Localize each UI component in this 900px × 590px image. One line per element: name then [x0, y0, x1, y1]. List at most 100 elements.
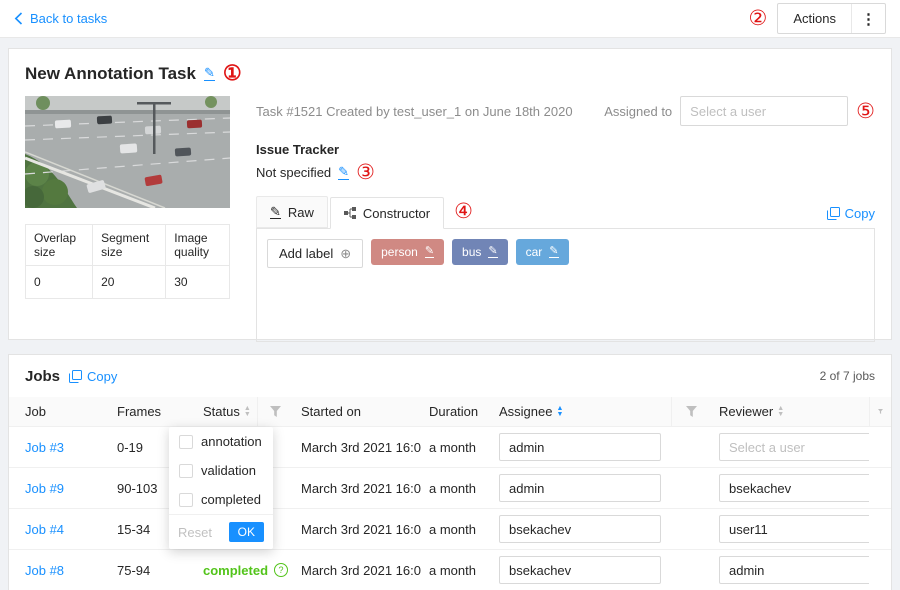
filter-reset-button[interactable]: Reset	[178, 525, 212, 540]
task-right-column: Task #1521 Created by test_user_1 on Jun…	[256, 96, 875, 342]
task-card: New Annotation Task ✎ ①	[8, 48, 892, 340]
reviewer-input[interactable]	[719, 474, 869, 502]
status-filter-icon[interactable]	[257, 397, 293, 426]
filter-ok-button[interactable]: OK	[229, 522, 264, 542]
reviewer-input[interactable]	[719, 515, 869, 543]
more-vertical-icon[interactable]: ⋮	[851, 4, 885, 33]
param-value-quality: 30	[166, 266, 230, 299]
filter-option-annotation[interactable]: annotation	[169, 427, 273, 456]
col-reviewer[interactable]: Reviewer ▲▼	[711, 404, 869, 419]
job-row-1: Job #3 0-19 March 3rd 2021 16:03 a month	[9, 427, 891, 468]
task-meta-row: Task #1521 Created by test_user_1 on Jun…	[256, 96, 875, 126]
job-duration: a month	[421, 563, 491, 578]
tab-constructor[interactable]: Constructor	[330, 197, 444, 229]
job-duration: a month	[421, 481, 491, 496]
filter-option-label: annotation	[201, 434, 262, 449]
job-row-2: Job #9 90-103 March 3rd 2021 16:03 a mon…	[9, 468, 891, 509]
col-job: Job	[9, 404, 109, 419]
param-value-overlap: 0	[26, 266, 93, 299]
jobs-title: Jobs	[25, 368, 60, 385]
labels-constructor-panel: Add label ⊕ person ✎ bus ✎ car ✎	[256, 228, 875, 342]
assignee-sort-icon: ▲▼	[556, 406, 563, 417]
label-person-edit-icon[interactable]: ✎	[425, 246, 434, 259]
job-duration: a month	[421, 522, 491, 537]
param-header-segment: Segment size	[93, 225, 166, 266]
assignee-input[interactable]	[499, 556, 661, 584]
jobs-header: Jobs Copy 2 of 7 jobs	[9, 355, 891, 397]
issue-tracker-label: Issue Tracker	[256, 142, 875, 157]
top-bar: Back to tasks ② Actions ⋮	[0, 0, 900, 38]
task-params-table: Overlap size Segment size Image quality …	[25, 224, 230, 299]
col-assignee-label: Assignee	[499, 404, 552, 419]
task-page: Back to tasks ② Actions ⋮ New Annotation…	[0, 0, 900, 590]
jobs-copy-link[interactable]: Copy	[69, 369, 117, 384]
jobs-copy-label: Copy	[87, 369, 117, 384]
assignee-input[interactable]	[499, 433, 661, 461]
back-label: Back to tasks	[30, 11, 107, 26]
label-tag-person[interactable]: person ✎	[371, 239, 444, 265]
help-circle-icon[interactable]: ?	[274, 563, 288, 577]
checkbox-validation[interactable]	[179, 464, 193, 478]
job-link[interactable]: Job #3	[25, 440, 64, 455]
col-assignee[interactable]: Assignee ▲▼	[491, 404, 671, 419]
assignee-input[interactable]	[499, 515, 661, 543]
task-title-row: New Annotation Task ✎ ①	[25, 63, 875, 84]
assignee-input[interactable]	[499, 474, 661, 502]
filter-option-completed[interactable]: completed	[169, 485, 273, 514]
tab-raw[interactable]: ✎ Raw	[256, 196, 328, 228]
callout-5: ⑤	[856, 101, 875, 122]
job-duration: a month	[421, 440, 491, 455]
status-filter-dropdown: annotation validation completed Reset OK	[169, 427, 273, 549]
job-row-4: Job #8 75-94 completed ? March 3rd 2021 …	[9, 550, 891, 590]
label-tag-car[interactable]: car ✎	[516, 239, 569, 265]
filter-option-validation[interactable]: validation	[169, 456, 273, 485]
add-label-button[interactable]: Add label ⊕	[267, 239, 363, 268]
status-sort-icon: ▲▼	[244, 406, 251, 417]
job-status-cell: completed ?	[195, 563, 293, 578]
job-link[interactable]: Job #4	[25, 522, 64, 537]
raw-edit-icon: ✎	[270, 205, 281, 220]
add-label-text: Add label	[279, 246, 333, 261]
back-to-tasks-link[interactable]: Back to tasks	[14, 11, 107, 26]
col-status[interactable]: Status ▲▼	[195, 404, 257, 419]
jobs-count: 2 of 7 jobs	[820, 369, 875, 383]
reviewer-input[interactable]	[719, 556, 869, 584]
assigned-to-input[interactable]	[680, 96, 848, 126]
callout-4: ④	[454, 201, 473, 222]
col-started: Started on	[293, 404, 421, 419]
reviewer-filter-icon[interactable]	[869, 397, 891, 426]
jobs-table-header: Job Frames Status ▲▼ Started on Duration…	[9, 397, 891, 427]
back-chevron-icon	[14, 12, 23, 25]
copy-icon	[69, 370, 82, 383]
issue-tracker-edit-icon[interactable]: ✎	[338, 165, 349, 180]
filter-option-label: validation	[201, 463, 256, 478]
job-link[interactable]: Job #9	[25, 481, 64, 496]
tab-constructor-label: Constructor	[363, 206, 430, 221]
reviewer-input[interactable]	[719, 433, 869, 461]
job-started: March 3rd 2021 16:03	[293, 522, 421, 537]
label-bus-name: bus	[462, 245, 481, 259]
job-link[interactable]: Job #8	[25, 563, 64, 578]
tab-raw-label: Raw	[288, 205, 314, 220]
label-tag-bus[interactable]: bus ✎	[452, 239, 508, 265]
job-status: completed	[203, 563, 268, 578]
checkbox-completed[interactable]	[179, 493, 193, 507]
task-left-column: Overlap size Segment size Image quality …	[25, 96, 230, 342]
label-bus-edit-icon[interactable]: ✎	[488, 246, 497, 259]
checkbox-annotation[interactable]	[179, 435, 193, 449]
filter-option-label: completed	[201, 492, 261, 507]
constructor-icon	[344, 207, 356, 219]
job-frames: 75-94	[109, 563, 195, 578]
topbar-right: ② Actions ⋮	[749, 3, 886, 34]
title-edit-icon[interactable]: ✎	[204, 66, 215, 81]
labels-copy-link[interactable]: Copy	[827, 206, 875, 228]
col-frames: Frames	[109, 404, 195, 419]
callout-2: ②	[749, 8, 768, 29]
col-status-label: Status	[203, 404, 240, 419]
jobs-table: Job Frames Status ▲▼ Started on Duration…	[9, 397, 891, 590]
assignee-filter-icon[interactable]	[671, 397, 711, 426]
label-car-edit-icon[interactable]: ✎	[549, 246, 558, 259]
actions-button[interactable]: Actions ⋮	[777, 3, 886, 34]
actions-label[interactable]: Actions	[778, 4, 851, 33]
assigned-to-group: Assigned to ⑤	[604, 96, 875, 126]
